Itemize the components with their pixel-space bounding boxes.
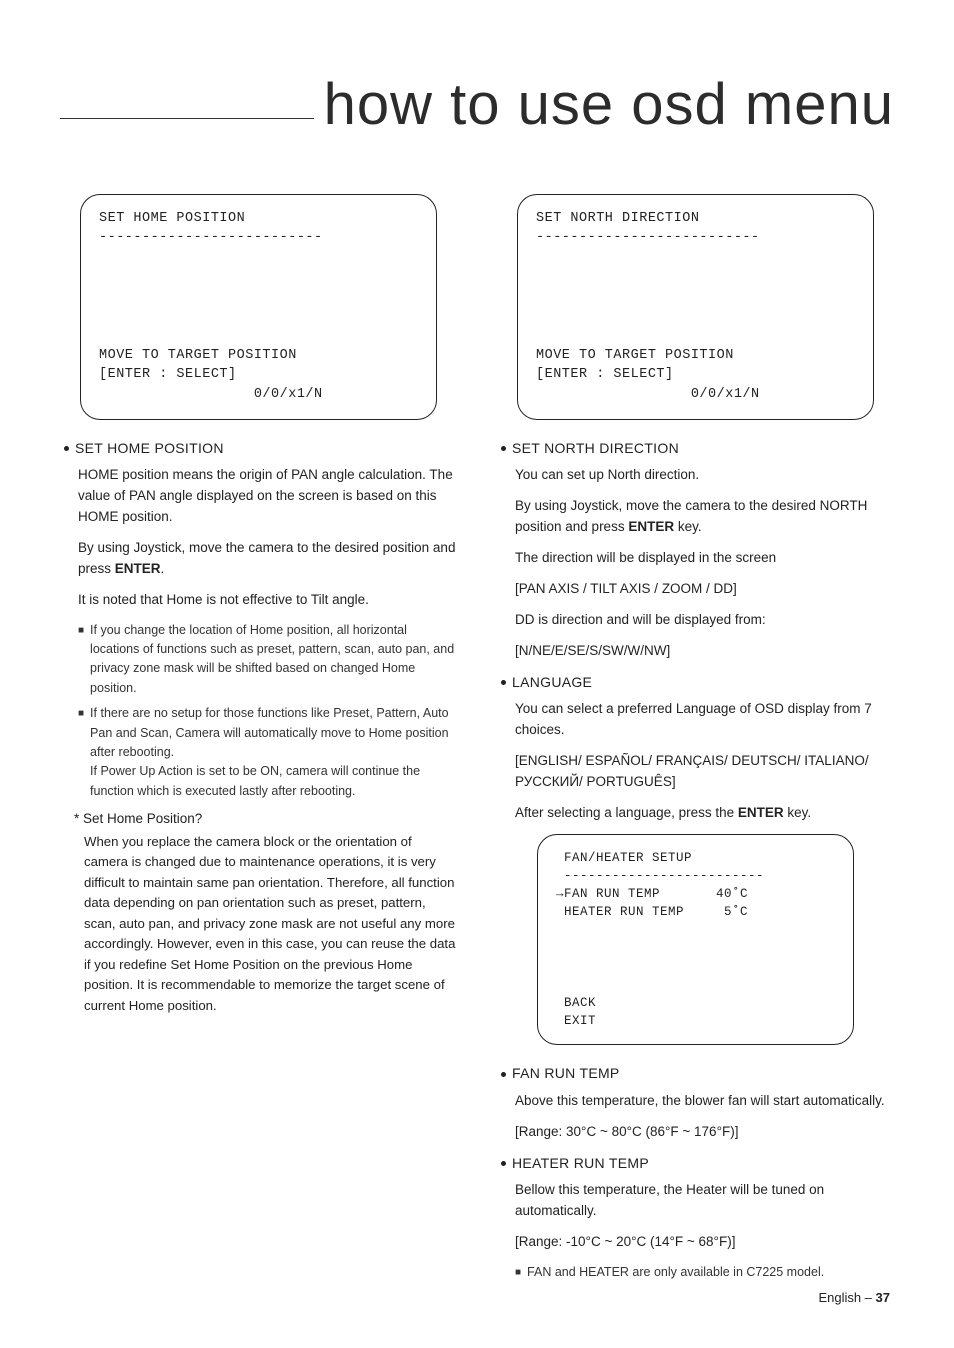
section-head: SET HOME POSITION [60, 438, 457, 460]
square-bullet-icon: ■ [515, 1263, 521, 1282]
text: key. [674, 519, 702, 534]
page-title-row: how to use osd menu [60, 60, 894, 150]
section-head: SET NORTH DIRECTION [497, 438, 894, 460]
paragraph: [ENGLISH/ ESPAÑOL/ FRANÇAIS/ DEUTSCH/ IT… [515, 751, 894, 793]
paragraph: You can set up North direction. [515, 465, 894, 486]
bullet-icon [501, 680, 506, 685]
osd-set-home-position: SET HOME POSITION ----------------------… [80, 194, 437, 420]
list-item: ■ If there are no setup for those functi… [78, 704, 457, 801]
bullet-icon [501, 1161, 506, 1166]
list-item-text: FAN and HEATER are only available in C72… [527, 1263, 824, 1282]
bullet-icon [501, 446, 506, 451]
note-list: ■ FAN and HEATER are only available in C… [515, 1263, 894, 1282]
section-title: SET HOME POSITION [75, 438, 224, 460]
page-footer: English – 37 [818, 1288, 890, 1308]
page-number: 37 [876, 1290, 890, 1305]
content-columns: SET HOME POSITION ----------------------… [60, 188, 894, 1291]
paragraph: You can select a preferred Language of O… [515, 699, 894, 741]
enter-key: ENTER [115, 561, 161, 576]
paragraph: DD is direction and will be displayed fr… [515, 610, 894, 631]
footer-lang: English – [818, 1290, 875, 1305]
square-bullet-icon: ■ [78, 621, 84, 699]
paragraph: [Range: -10°C ~ 20°C (14°F ~ 68°F)] [515, 1232, 894, 1253]
right-column: SET NORTH DIRECTION --------------------… [497, 188, 894, 1291]
paragraph: HOME position means the origin of PAN an… [78, 465, 457, 528]
note-head: * Set Home Position? [74, 809, 457, 830]
note-list: ■ If you change the location of Home pos… [78, 621, 457, 801]
paragraph: After selecting a language, press the EN… [515, 803, 894, 824]
section-head: HEATER RUN TEMP [497, 1153, 894, 1175]
paragraph: [Range: 30°C ~ 80°C (86°F ~ 176°F)] [515, 1122, 894, 1143]
paragraph: [PAN AXIS / TILT AXIS / ZOOM / DD] [515, 579, 894, 600]
section-title: LANGUAGE [512, 672, 592, 694]
paragraph: By using Joystick, move the camera to th… [515, 496, 894, 538]
paragraph: [N/NE/E/SE/S/SW/W/NW] [515, 641, 894, 662]
note-body: When you replace the camera block or the… [84, 832, 457, 1016]
left-column: SET HOME POSITION ----------------------… [60, 188, 457, 1291]
enter-key: ENTER [628, 519, 674, 534]
page-title: how to use osd menu [324, 60, 894, 150]
osd-set-north-direction: SET NORTH DIRECTION --------------------… [517, 194, 874, 420]
bullet-icon [64, 446, 69, 451]
text: After selecting a language, press the [515, 805, 738, 820]
osd-fan-heater-setup: FAN/HEATER SETUP -----------------------… [537, 834, 854, 1045]
paragraph: The direction will be displayed in the s… [515, 548, 894, 569]
note-block: * Set Home Position? When you replace th… [74, 809, 457, 1016]
list-item: ■ If you change the location of Home pos… [78, 621, 457, 699]
list-item: ■ FAN and HEATER are only available in C… [515, 1263, 894, 1282]
section-head: FAN RUN TEMP [497, 1063, 894, 1085]
paragraph: Above this temperature, the blower fan w… [515, 1091, 894, 1112]
list-item-text: If there are no setup for those function… [90, 704, 457, 801]
text: key. [784, 805, 812, 820]
title-underline [60, 118, 314, 119]
paragraph: Bellow this temperature, the Heater will… [515, 1180, 894, 1222]
text: . [161, 561, 165, 576]
section-title: HEATER RUN TEMP [512, 1153, 649, 1175]
bullet-icon [501, 1072, 506, 1077]
section-title: FAN RUN TEMP [512, 1063, 620, 1085]
paragraph: It is noted that Home is not effective t… [78, 590, 457, 611]
square-bullet-icon: ■ [78, 704, 84, 801]
paragraph: By using Joystick, move the camera to th… [78, 538, 457, 580]
section-title: SET NORTH DIRECTION [512, 438, 679, 460]
section-head: LANGUAGE [497, 672, 894, 694]
enter-key: ENTER [738, 805, 784, 820]
list-item-text: If you change the location of Home posit… [90, 621, 457, 699]
